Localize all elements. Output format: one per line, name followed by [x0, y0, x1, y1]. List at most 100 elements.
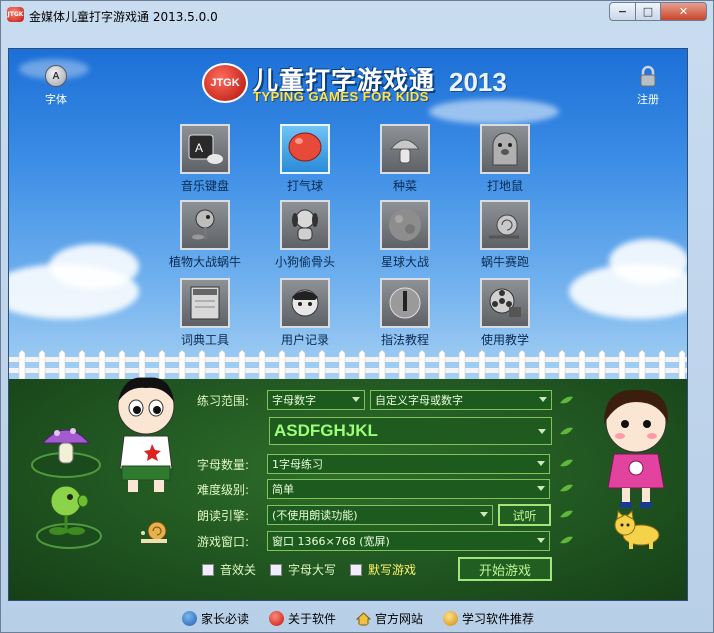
leaf-icon — [560, 396, 573, 404]
plant-icon — [180, 200, 230, 250]
game-label: 使用教学 — [480, 333, 529, 347]
voice-engine-select[interactable]: (不使用朗读功能) — [267, 505, 493, 525]
game-planting[interactable]: 种菜 — [365, 124, 445, 194]
recommend-label: 学习软件推荐 — [462, 611, 535, 626]
dog-icon — [280, 200, 330, 250]
film-reel-icon — [480, 278, 530, 328]
voice-engine-label: 朗读引擎: — [197, 508, 250, 523]
dictionary-icon — [180, 278, 230, 328]
game-window-select[interactable]: 窗口 1366×768 (宽屏) — [267, 531, 550, 551]
game-label: 打气球 — [286, 179, 323, 193]
pea-plant-decoration — [36, 485, 102, 549]
game-puppy-bone[interactable]: 小狗偷骨头 — [265, 200, 345, 270]
game-snail-race[interactable]: 蜗牛赛跑 — [465, 200, 545, 270]
leaf-icon — [560, 459, 573, 467]
letter-count-value: 1字母练习 — [272, 458, 323, 471]
game-balloon[interactable]: 打气球 — [265, 124, 345, 194]
game-label: 蜗牛赛跑 — [480, 255, 529, 269]
about-label: 关于软件 — [287, 611, 336, 626]
custom-chars-select[interactable]: 自定义字母或数字 — [370, 390, 552, 410]
snail-icon — [480, 200, 530, 250]
practice-text-value: ASDFGHJKL — [274, 421, 378, 440]
font-button[interactable]: A 字体 — [45, 65, 67, 107]
game-label: 小狗偷骨头 — [274, 255, 335, 269]
practice-range-row: 练习范围: 字母数字 自定义字母或数字 — [197, 389, 552, 411]
girl-character — [604, 389, 669, 508]
dictation-label: 默写游戏 — [368, 563, 417, 577]
letter-count-select[interactable]: 1字母练习 — [267, 454, 550, 474]
main-panel: JTGK 儿童打字游戏通 2013 TYPING GAMES FOR KIDS … — [8, 48, 688, 601]
parents-guide-link[interactable]: 家长必读 — [181, 610, 249, 627]
game-label: 植物大战蜗牛 — [168, 255, 241, 269]
practice-text-select[interactable]: ASDFGHJKL — [269, 417, 552, 445]
app-window: JTGK 金媒体儿童打字游戏通 2013.5.0.0 − □ ✕ JTGK 儿童… — [0, 0, 714, 633]
recommend-icon — [443, 610, 459, 626]
recommend-link[interactable]: 学习软件推荐 — [443, 610, 534, 627]
sound-off-label: 音效关 — [220, 563, 257, 577]
fingering-icon — [380, 278, 430, 328]
app-logo-icon: JTGK — [7, 7, 24, 22]
practice-range-value: 字母数字 — [272, 394, 316, 407]
register-button[interactable]: 注册 — [637, 65, 659, 107]
status-bar: 家长必读 关于软件 官方网站 学习软件推荐 — [1, 604, 714, 632]
minimize-button[interactable]: − — [609, 2, 636, 21]
home-icon — [356, 611, 371, 625]
mushroom-icon — [380, 124, 430, 174]
title-bar[interactable]: JTGK 金媒体儿童打字游戏通 2013.5.0.0 − □ ✕ — [1, 1, 714, 29]
uppercase-checkbox[interactable]: 字母大写 — [270, 561, 336, 578]
boy-character — [117, 377, 175, 492]
tool-dictionary[interactable]: 词典工具 — [165, 278, 245, 348]
balloon-icon — [280, 124, 330, 174]
leaf-icon — [560, 427, 573, 435]
register-button-label: 注册 — [637, 93, 659, 106]
svg-text:A: A — [195, 141, 203, 155]
cat-decoration — [614, 509, 660, 549]
font-icon: A — [45, 65, 67, 87]
difficulty-value: 简单 — [272, 483, 294, 496]
game-music-keyboard[interactable]: A 音乐键盘 — [165, 124, 245, 194]
custom-chars-value: 自定义字母或数字 — [375, 394, 463, 407]
start-game-button[interactable]: 开始游戏 — [458, 557, 552, 581]
about-link[interactable]: 关于软件 — [268, 610, 336, 627]
tool-fingering-tutorial[interactable]: 指法教程 — [365, 278, 445, 348]
voice-engine-row: 朗读引擎: (不使用朗读功能) — [197, 504, 493, 526]
planet-icon — [380, 200, 430, 250]
website-label: 官方网站 — [375, 611, 424, 626]
leaf-icon — [560, 536, 573, 544]
game-label: 音乐键盘 — [180, 179, 229, 193]
listen-button[interactable]: 试听 — [498, 504, 551, 526]
game-window-row: 游戏窗口: 窗口 1366×768 (宽屏) — [197, 530, 550, 552]
game-label: 打地鼠 — [486, 179, 523, 193]
letter-count-row: 字母数量: 1字母练习 — [197, 453, 550, 475]
letter-count-label: 字母数量: — [197, 457, 250, 472]
difficulty-select[interactable]: 简单 — [267, 479, 550, 499]
mole-icon — [480, 124, 530, 174]
practice-range-select[interactable]: 字母数字 — [267, 390, 365, 410]
tool-user-records[interactable]: 用户记录 — [265, 278, 345, 348]
font-button-label: 字体 — [45, 93, 67, 106]
game-whack-mole[interactable]: 打地鼠 — [465, 124, 545, 194]
uppercase-label: 字母大写 — [288, 563, 337, 577]
tool-usage-tutorial[interactable]: 使用教学 — [465, 278, 545, 348]
game-star-wars[interactable]: 星球大战 — [365, 200, 445, 270]
game-label: 指法教程 — [380, 333, 429, 347]
website-link[interactable]: 官方网站 — [356, 610, 423, 627]
sound-off-checkbox[interactable]: 音效关 — [202, 561, 256, 578]
keyboard-icon: A — [180, 124, 230, 174]
parents-guide-label: 家长必读 — [200, 611, 249, 626]
difficulty-row: 难度级别: 简单 — [197, 478, 550, 500]
close-button[interactable]: ✕ — [660, 2, 707, 21]
difficulty-label: 难度级别: — [197, 482, 250, 497]
maximize-button[interactable]: □ — [635, 2, 661, 21]
window-title: 金媒体儿童打字游戏通 2013.5.0.0 — [29, 10, 218, 24]
lock-icon — [637, 65, 659, 87]
game-plants-vs-snails[interactable]: 植物大战蜗牛 — [165, 200, 245, 270]
user-record-icon — [280, 278, 330, 328]
game-label: 种菜 — [392, 179, 417, 193]
game-label: 词典工具 — [180, 333, 229, 347]
mushroom-decoration — [31, 428, 101, 478]
game-label: 星球大战 — [380, 255, 429, 269]
dictation-checkbox[interactable]: 默写游戏 — [350, 561, 416, 578]
logo-badge: JTGK — [202, 63, 248, 103]
app-logo-icon — [268, 610, 284, 626]
